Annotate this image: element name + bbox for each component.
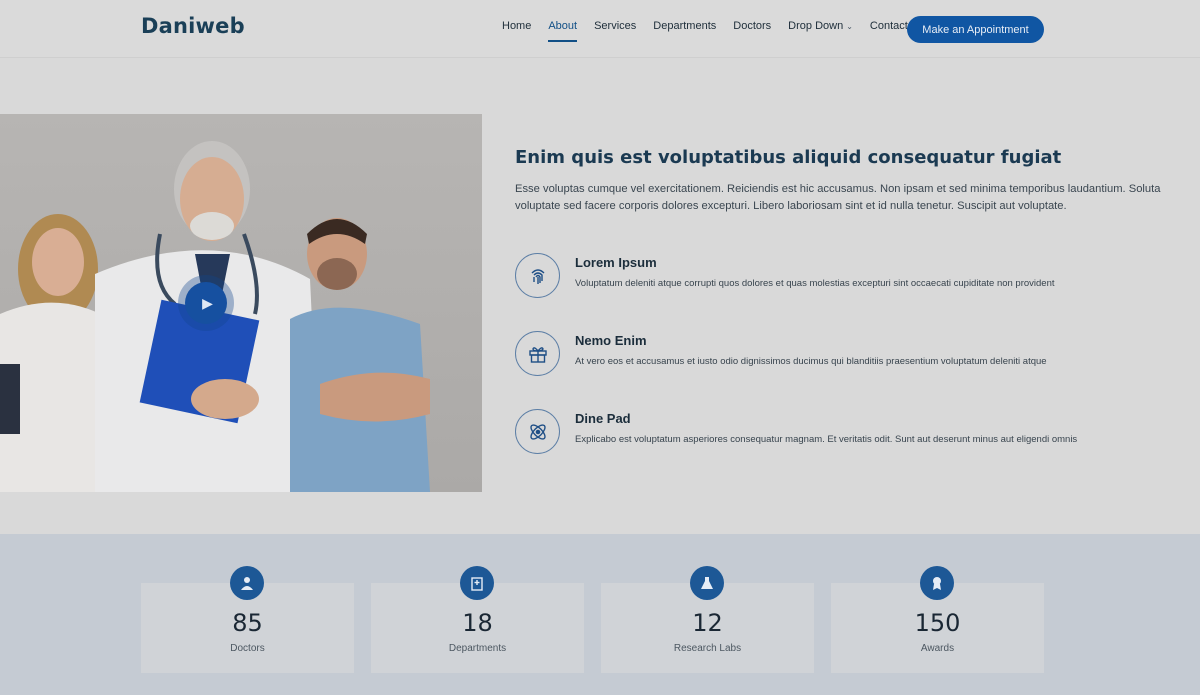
stat-value: 150: [914, 609, 961, 637]
about-title: Enim quis est voluptatibus aliquid conse…: [515, 147, 1062, 168]
nav-departments[interactable]: Departments: [653, 20, 716, 32]
play-video-button[interactable]: ▶: [178, 275, 234, 331]
nav-services[interactable]: Services: [594, 20, 636, 32]
nav-dropdown-label: Drop Down: [788, 20, 844, 32]
gift-icon: [515, 331, 560, 376]
site-header: Daniweb Home About Services Departments …: [0, 0, 1200, 58]
feature-text: Voluptatum deleniti atque corrupti quos …: [575, 278, 1055, 289]
make-appointment-button[interactable]: Make an Appointment: [907, 16, 1044, 43]
nav-contact[interactable]: Contact: [870, 20, 908, 32]
stat-label: Research Labs: [673, 643, 742, 654]
nav-about[interactable]: About: [548, 20, 577, 42]
feature-text: Explicabo est voluptatum asperiores cons…: [575, 434, 1078, 445]
doctors-team-image: ▶: [0, 114, 482, 492]
nav-dropdown[interactable]: Drop Down ⌄: [788, 20, 853, 32]
hospital-icon: [460, 566, 494, 600]
nav-home[interactable]: Home: [502, 20, 531, 32]
feature-title: Nemo Enim: [575, 333, 647, 348]
stat-label: Doctors: [230, 643, 265, 654]
stat-label: Departments: [448, 643, 507, 654]
award-icon: [920, 566, 954, 600]
doctors-illustration: [0, 141, 430, 492]
logo[interactable]: Daniweb: [141, 14, 245, 38]
flask-icon: [690, 566, 724, 600]
about-description: Esse voluptas cumque vel exercitationem.…: [515, 183, 1161, 212]
play-icon: ▶: [185, 282, 227, 324]
atom-icon: [515, 409, 560, 454]
feature-title: Lorem Ipsum: [575, 255, 657, 270]
stat-value: 85: [232, 609, 263, 637]
stat-label: Awards: [920, 643, 955, 654]
main-nav: Home About Services Departments Doctors …: [502, 20, 925, 42]
chevron-down-icon: ⌄: [846, 22, 853, 31]
feature-title: Dine Pad: [575, 411, 631, 426]
feature-text: At vero eos et accusamus et iusto odio d…: [575, 356, 1047, 367]
nav-doctors[interactable]: Doctors: [733, 20, 771, 32]
fingerprint-icon: [515, 253, 560, 298]
doctor-icon: [230, 566, 264, 600]
stat-value: 12: [692, 609, 723, 637]
stat-value: 18: [462, 609, 493, 637]
